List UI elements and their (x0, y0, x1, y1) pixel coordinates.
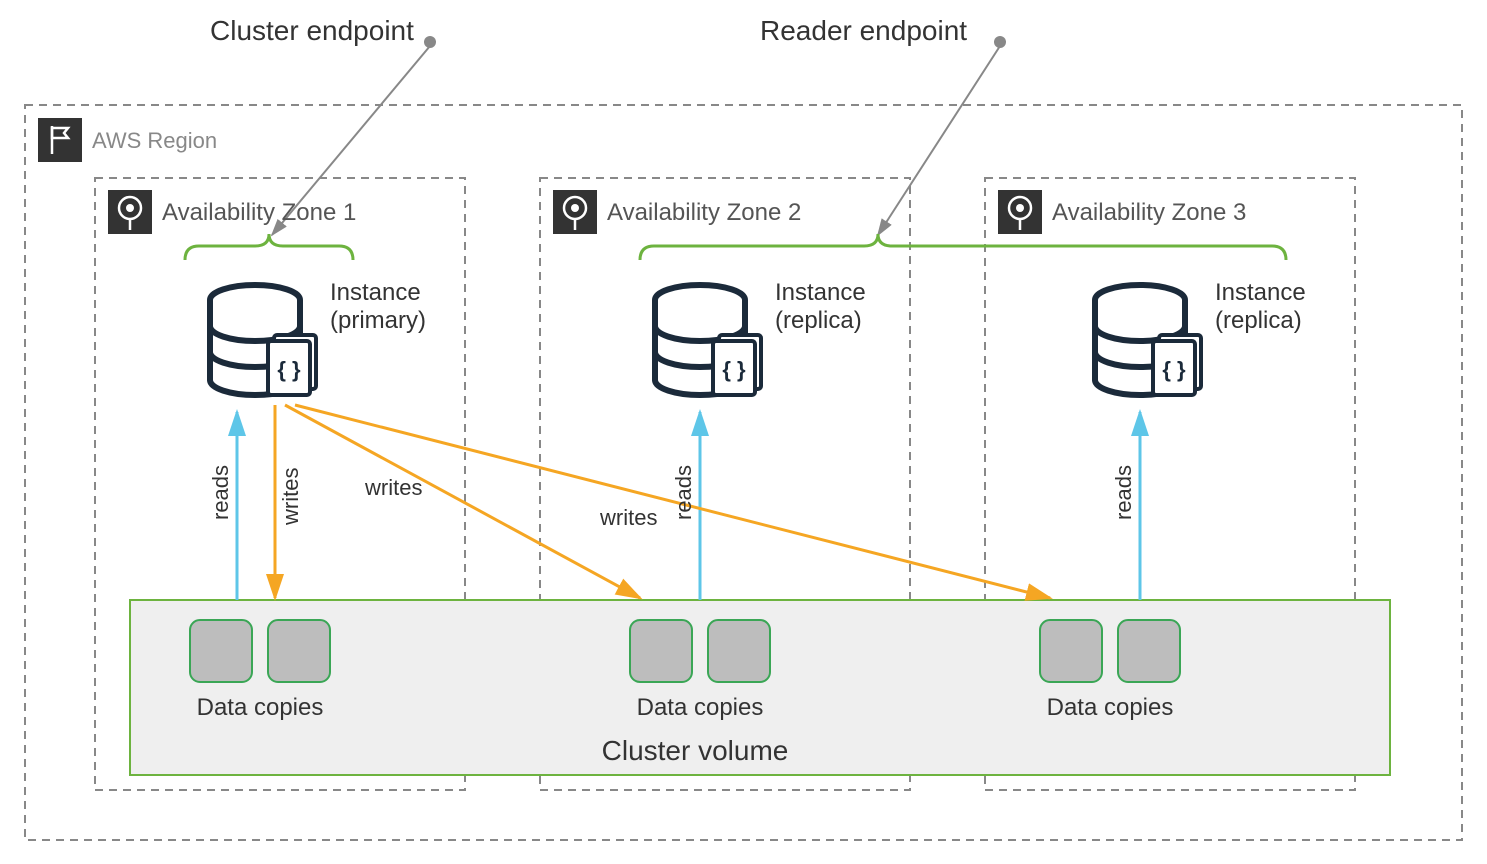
cluster-endpoint-brace (185, 234, 353, 260)
region-flag-icon (38, 118, 82, 162)
writes-text-2: writes (364, 475, 422, 500)
db-replica1-icon (655, 285, 761, 395)
writes-text-1: writes (278, 468, 303, 526)
db-primary-icon (210, 285, 316, 395)
az2-label: Availability Zone 2 (607, 199, 801, 226)
az3-label: Availability Zone 3 (1052, 199, 1246, 226)
reader-endpoint-label: Reader endpoint (760, 15, 967, 46)
az1-pin-icon (108, 190, 152, 234)
reads-text-2: reads (671, 465, 696, 520)
aws-region-label: AWS Region (92, 128, 217, 153)
diagram: { } Cluster endpoint Reader endpoint AWS… (0, 0, 1487, 864)
az2-pin-icon (553, 190, 597, 234)
az1-label: Availability Zone 1 (162, 199, 356, 226)
writes-arrow-2 (285, 405, 640, 598)
instance-label-2b: (replica) (775, 307, 862, 334)
instance-label-3b: (replica) (1215, 307, 1302, 334)
db-replica2-icon (1095, 285, 1201, 395)
data-copies-label-3: Data copies (1047, 694, 1174, 721)
instance-label-3a: Instance (1215, 279, 1306, 306)
reads-text-1: reads (208, 465, 233, 520)
cluster-volume-label: Cluster volume (602, 735, 789, 766)
instance-label-2a: Instance (775, 279, 866, 306)
reader-endpoint-brace (640, 234, 1286, 260)
az3-pin-icon (998, 190, 1042, 234)
reads-text-3: reads (1111, 465, 1136, 520)
instance-label-1b: (primary) (330, 307, 426, 334)
data-copies-label-1: Data copies (197, 694, 324, 721)
writes-text-3: writes (599, 505, 657, 530)
data-copies-label-2: Data copies (637, 694, 764, 721)
cluster-endpoint-label: Cluster endpoint (210, 15, 414, 46)
reader-endpoint-arrow (878, 46, 1000, 235)
instance-label-1a: Instance (330, 279, 421, 306)
